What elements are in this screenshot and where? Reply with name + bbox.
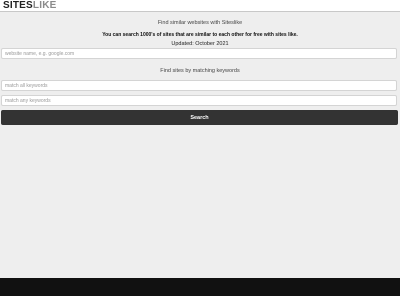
match-any-keywords-input[interactable] bbox=[1, 95, 397, 106]
site-logo[interactable]: SITESLIKE bbox=[3, 0, 57, 11]
search-button[interactable]: Search bbox=[1, 110, 398, 125]
match-all-keywords-input[interactable] bbox=[1, 80, 397, 91]
page-subheading: You can search 1000's of sites that are … bbox=[102, 32, 298, 38]
page-heading: Find similar websites with Siteslike bbox=[157, 20, 243, 26]
updated-label: Updated: October 2021 bbox=[171, 41, 229, 47]
top-bar: SITESLIKE bbox=[0, 0, 400, 12]
keywords-heading: Find sites by matching keywords bbox=[160, 68, 240, 74]
website-search-input[interactable] bbox=[1, 48, 397, 59]
logo-accent-text: LIKE bbox=[32, 0, 57, 11]
footer-bar bbox=[0, 278, 400, 296]
logo-main-text: SITES bbox=[3, 0, 33, 11]
